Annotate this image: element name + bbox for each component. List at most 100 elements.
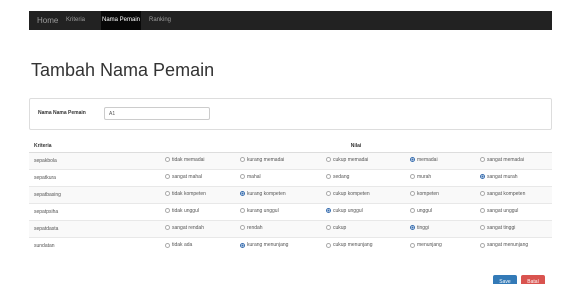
rating-option[interactable]: kurang menunjang xyxy=(240,242,288,248)
criteria-name: sundatan xyxy=(29,236,160,254)
radio-icon[interactable] xyxy=(410,174,415,180)
radio-icon[interactable] xyxy=(410,208,415,214)
rating-option[interactable]: mahal xyxy=(240,174,261,180)
radio-icon[interactable] xyxy=(165,191,170,197)
player-name-input[interactable] xyxy=(104,107,210,120)
rating-option[interactable]: sangat memadai xyxy=(480,157,524,163)
rating-option-label: cukup unggul xyxy=(333,207,363,214)
rating-option[interactable]: sangat rendah xyxy=(165,225,204,231)
rating-option[interactable]: kompeten xyxy=(410,191,439,197)
radio-icon[interactable] xyxy=(240,174,245,180)
rating-option[interactable]: tidak unggul xyxy=(165,208,199,214)
radio-icon[interactable] xyxy=(480,242,485,248)
rating-option-label: sangat unggul xyxy=(487,207,519,214)
rating-option[interactable]: cukup menunjang xyxy=(326,242,372,248)
rating-option[interactable]: memadai xyxy=(410,157,438,163)
rating-option-cell: cukup xyxy=(321,219,405,237)
criteria-table: Kriteria Nilai sepakbola tidak memadai kur… xyxy=(29,140,553,254)
radio-icon[interactable] xyxy=(480,157,485,163)
rating-option-cell: sangat murah xyxy=(475,168,553,186)
radio-icon[interactable] xyxy=(326,242,331,248)
radio-icon[interactable] xyxy=(240,225,245,231)
rating-option-cell: murah xyxy=(405,168,475,186)
radio-icon[interactable] xyxy=(410,242,415,248)
radio-icon[interactable] xyxy=(165,157,170,163)
rating-option[interactable]: kurang memadai xyxy=(240,157,284,163)
radio-icon[interactable] xyxy=(326,191,331,197)
rating-option-label: sangat rendah xyxy=(172,224,204,231)
rating-option-label: menunjang xyxy=(417,242,442,248)
rating-option[interactable]: cukup xyxy=(326,225,346,231)
rating-option[interactable]: sangat kompeten xyxy=(480,191,525,197)
rating-option[interactable]: cukup memadai xyxy=(326,157,368,163)
rating-option[interactable]: sangat mahal xyxy=(165,174,202,180)
radio-icon[interactable] xyxy=(480,191,485,197)
radio-icon[interactable] xyxy=(326,157,331,163)
rating-option-label: sedang xyxy=(333,173,350,180)
rating-option-cell: tidak ada xyxy=(160,236,235,254)
radio-icon[interactable] xyxy=(480,208,485,214)
radio-icon[interactable] xyxy=(165,225,170,231)
rating-option[interactable]: tidak memadai xyxy=(165,157,205,163)
rating-option-cell: mahal xyxy=(235,168,321,186)
radio-icon[interactable] xyxy=(165,208,170,214)
rating-option[interactable]: sangat menunjang xyxy=(480,242,528,248)
rating-option-label: kurang unggul xyxy=(247,207,279,214)
radio-icon[interactable] xyxy=(165,174,170,180)
radio-icon[interactable] xyxy=(165,242,170,248)
rating-option[interactable]: unggul xyxy=(410,208,432,214)
nav-nama-pemain-link[interactable]: Nama Pemain xyxy=(101,11,141,30)
radio-selected-icon[interactable] xyxy=(410,225,415,231)
rating-option-cell: sangat menunjang xyxy=(475,236,553,254)
radio-selected-icon[interactable] xyxy=(240,191,245,197)
rating-option[interactable]: cukup unggul xyxy=(326,208,363,214)
rating-option[interactable]: tidak ada xyxy=(165,242,192,248)
rating-option-label: murah xyxy=(417,173,432,180)
rating-option[interactable]: sangat unggul xyxy=(480,208,518,214)
radio-selected-icon[interactable] xyxy=(326,208,331,214)
radio-selected-icon[interactable] xyxy=(410,157,415,163)
rating-option-label: kurang memadai xyxy=(247,156,285,163)
rating-option-label: cukup menunjang xyxy=(333,242,373,248)
page-title: Tambah Nama Pemain xyxy=(31,60,215,80)
rating-option-cell: cukup menunjang xyxy=(321,236,405,254)
save-button[interactable]: Save xyxy=(493,275,517,284)
rating-option-label: tidak ada xyxy=(172,242,193,248)
nav-kriteria-link[interactable]: Kriteria xyxy=(66,11,85,30)
rating-option-cell: unggul xyxy=(405,202,475,220)
rating-option[interactable]: menunjang xyxy=(410,242,442,248)
rating-option-cell: tidak unggul xyxy=(160,202,235,220)
nav-ranking-link[interactable]: Ranking xyxy=(149,11,171,30)
rating-option[interactable]: kurang kompeten xyxy=(240,191,286,197)
rating-option[interactable]: sedang xyxy=(326,174,349,180)
criteria-name: sepatdasta xyxy=(29,219,160,237)
player-name-form: Nama Nama Pemain xyxy=(29,98,552,130)
radio-icon[interactable] xyxy=(240,157,245,163)
rating-option[interactable]: cukup kompeten xyxy=(326,191,370,197)
criteria-name: sepatkura xyxy=(29,168,160,186)
rating-option[interactable]: rendah xyxy=(240,225,263,231)
nav-home-link[interactable]: Home xyxy=(37,11,58,30)
rating-option-label: cukup xyxy=(333,224,347,231)
radio-selected-icon[interactable] xyxy=(240,242,245,248)
rating-option[interactable]: tidak kompeten xyxy=(165,191,206,197)
cancel-button[interactable]: Batal xyxy=(521,275,545,284)
radio-icon[interactable] xyxy=(410,191,415,197)
radio-icon[interactable] xyxy=(326,174,331,180)
rating-option[interactable]: murah xyxy=(410,174,431,180)
player-name-label: Nama Nama Pemain xyxy=(38,110,86,116)
rating-option[interactable]: tinggi xyxy=(410,225,429,231)
radio-icon[interactable] xyxy=(326,225,331,231)
table-row: sepatdasta sangat rendah rendah cukup tinggi… xyxy=(29,219,553,237)
radio-selected-icon[interactable] xyxy=(480,174,485,180)
rating-option[interactable]: kurang unggul xyxy=(240,208,279,214)
table-row: sundatan tidak ada kurang menunjang cukup m… xyxy=(29,236,553,254)
rating-option-cell: sangat mahal xyxy=(160,168,235,186)
table-row: sepakbola tidak memadai kurang memadai cuku… xyxy=(29,151,553,169)
rating-option[interactable]: sangat murah xyxy=(480,174,518,180)
radio-icon[interactable] xyxy=(480,225,485,231)
rating-option-label: sangat kompeten xyxy=(487,190,526,197)
rating-option[interactable]: sangat tinggi xyxy=(480,225,515,231)
rating-option-label: sangat mahal xyxy=(172,173,203,180)
radio-icon[interactable] xyxy=(240,208,245,214)
